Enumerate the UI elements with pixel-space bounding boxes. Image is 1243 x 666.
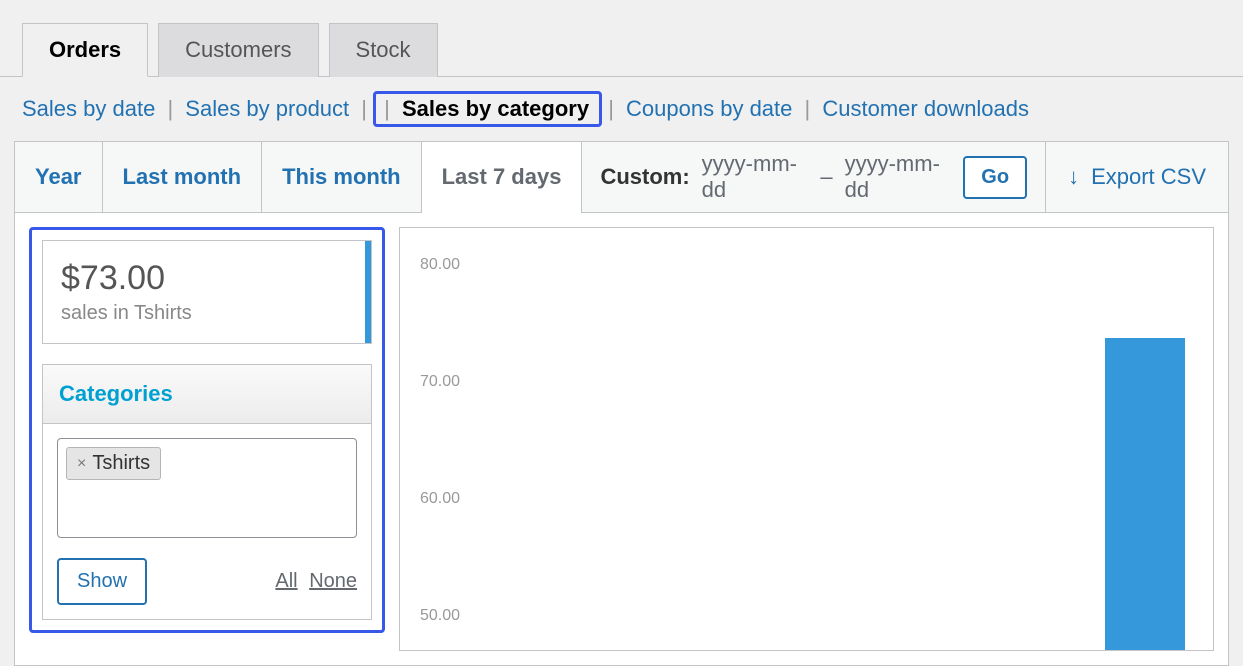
custom-label: Custom: [600,164,689,190]
summary-amount: $73.00 [61,259,353,298]
y-tick-label: 80.00 [420,238,1193,355]
date-to-input[interactable]: yyyy-mm-dd [845,151,952,203]
chart-y-axis: 80.00 70.00 60.00 50.00 [400,228,1213,651]
go-button[interactable]: Go [963,156,1027,199]
subnav-sales-by-category[interactable]: Sales by category [398,96,593,121]
tab-stock[interactable]: Stock [329,23,438,77]
category-chip: × Tshirts [66,447,161,480]
date-from-input[interactable]: yyyy-mm-dd [702,151,809,203]
select-none-link[interactable]: None [309,570,357,592]
report-top-tabs: Orders Customers Stock [0,0,1243,77]
categories-actions: Show All None [57,558,357,605]
categories-widget-title: Categories [43,365,371,424]
range-this-month[interactable]: This month [262,142,422,212]
separator: | [384,96,390,121]
sales-chart: 80.00 70.00 60.00 50.00 [399,227,1214,651]
show-button[interactable]: Show [57,558,147,605]
y-tick-label: 70.00 [420,355,1193,472]
separator: | [167,96,173,121]
separator: | [805,96,811,121]
separator: | [361,96,367,121]
period-range-bar: Year Last month This month Last 7 days C… [15,142,1228,213]
chart-bar [1105,338,1185,651]
subnav-sales-by-product[interactable]: Sales by product [181,96,353,121]
date-separator: – [820,164,832,190]
categories-widget: Categories × Tshirts Show All None [42,364,372,620]
tab-orders[interactable]: Orders [22,23,148,77]
category-chip-label: Tshirts [92,452,150,475]
summary-card[interactable]: $73.00 sales in Tshirts [42,240,372,344]
y-tick-label: 60.00 [420,472,1193,589]
select-all-none: All None [269,570,357,593]
y-tick-label: 50.00 [420,589,1193,651]
range-last-7-days[interactable]: Last 7 days [422,142,583,212]
range-year[interactable]: Year [15,142,103,212]
close-icon[interactable]: × [77,455,86,473]
report-container: Year Last month This month Last 7 days C… [14,141,1229,666]
range-last-month[interactable]: Last month [103,142,263,212]
select-all-link[interactable]: All [275,570,297,592]
categories-widget-body: × Tshirts Show All None [43,424,371,619]
report-sidebar: $73.00 sales in Tshirts Categories × Tsh… [29,227,385,633]
subnav-sales-by-date[interactable]: Sales by date [18,96,159,121]
tab-customers[interactable]: Customers [158,23,318,77]
download-icon: ↓ [1068,164,1079,190]
subnav-coupons-by-date[interactable]: Coupons by date [622,96,796,121]
report-subnav: Sales by date | Sales by product | | Sal… [0,77,1243,141]
separator: | [608,96,614,121]
summary-subtitle: sales in Tshirts [61,302,353,325]
custom-range-area: Custom: yyyy-mm-dd – yyyy-mm-dd Go [582,142,1046,212]
subnav-customer-downloads[interactable]: Customer downloads [818,96,1033,121]
export-csv-link[interactable]: ↓ Export CSV [1046,142,1228,212]
category-select-input[interactable]: × Tshirts [57,438,357,538]
active-outline: | Sales by category [373,91,602,127]
report-body: $73.00 sales in Tshirts Categories × Tsh… [15,213,1228,665]
export-csv-label: Export CSV [1091,164,1206,190]
